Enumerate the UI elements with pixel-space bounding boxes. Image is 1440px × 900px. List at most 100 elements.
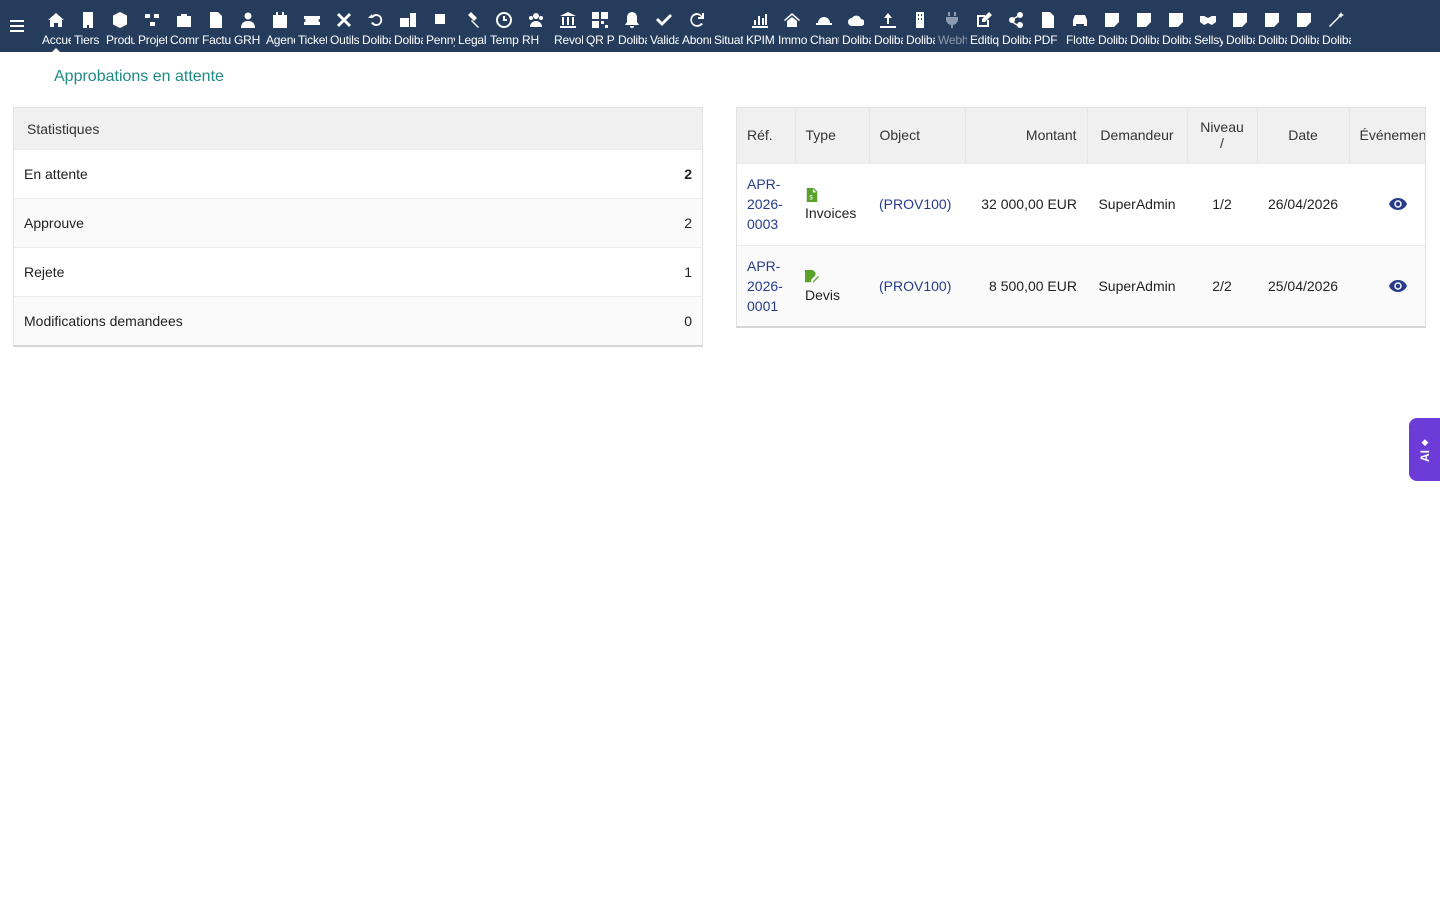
menu-item-label: RH (522, 33, 539, 47)
menu-item[interactable]: GRH (232, 0, 264, 52)
invoice-icon (206, 11, 226, 29)
column-header-object[interactable]: Object (869, 108, 966, 163)
ref-link-part[interactable]: 2026- (747, 276, 785, 296)
menu-item[interactable]: Immobilier (776, 0, 808, 52)
menu-item[interactable]: Tiers (72, 0, 104, 52)
ref-cell[interactable]: APR- 2026- 0001 (737, 244, 795, 326)
ref-link-part[interactable]: 0001 (747, 296, 785, 316)
menu-item[interactable]: Abonnements (680, 0, 712, 52)
menu-item[interactable]: Commercial (168, 0, 200, 52)
quote-icon (805, 269, 819, 284)
hamburger-menu-icon[interactable] (0, 0, 34, 52)
menu-item[interactable]: Validation (648, 0, 680, 52)
menu-item[interactable]: PDF (1032, 0, 1064, 52)
object-cell[interactable]: (PROV100) (869, 244, 965, 326)
briefcase-icon (174, 11, 194, 29)
menu-item-label: Flotte (1066, 33, 1095, 47)
menu-item[interactable]: Flotte (1064, 0, 1096, 52)
menu-item[interactable]: Dolibarr (360, 0, 392, 52)
tower-icon (910, 11, 930, 29)
menu-item[interactable]: KPIMax (744, 0, 776, 52)
menu-item[interactable]: Dolibarr (1320, 0, 1352, 52)
menu-item[interactable]: Temps (488, 0, 520, 52)
tools-icon (334, 11, 354, 29)
refresh-icon (686, 11, 706, 29)
column-header-amount[interactable]: Montant (965, 108, 1088, 163)
eye-icon[interactable] (1359, 280, 1425, 293)
ref-link-part[interactable]: 2026- (747, 194, 785, 214)
menu-item-label: PDF (1034, 33, 1058, 47)
menu-item[interactable]: Dolibarr (1128, 0, 1160, 52)
menu-item[interactable]: Dolibarr (1096, 0, 1128, 52)
menu-item[interactable]: QR Pay (584, 0, 616, 52)
menu-item[interactable]: Dolibarr (1224, 0, 1256, 52)
menu-item-label: Editique (970, 33, 999, 47)
object-link[interactable]: (PROV100) (879, 278, 951, 294)
calendar-icon (270, 11, 290, 29)
requester-cell: SuperAdmin (1087, 162, 1187, 245)
menu-item-label: Dolibarr (1162, 33, 1191, 47)
stat-value: 1 (684, 264, 692, 280)
column-header-events[interactable]: Événements (1349, 108, 1425, 163)
stat-row-rejected: Rejete 1 (14, 247, 702, 296)
sticky-note-icon (1166, 11, 1186, 29)
eye-icon[interactable] (1359, 198, 1425, 210)
menu-item[interactable]: Sellsy (1192, 0, 1224, 52)
menu-item[interactable]: Dolibarr (904, 0, 936, 52)
ref-link-part[interactable]: APR- (747, 256, 785, 276)
menu-item[interactable]: Dolibarr (1000, 0, 1032, 52)
menu-item[interactable]: Outils (328, 0, 360, 52)
approvals-table: Réf. Type Object Montant Demandeur Nivea… (737, 108, 1425, 326)
menu-item[interactable]: Chantier (808, 0, 840, 52)
menu-item[interactable]: Dolibarr (616, 0, 648, 52)
ref-link-part[interactable]: APR- (747, 174, 785, 194)
statistics-panel: Statistiques En attente 2 Approuve 2 Rej… (13, 107, 703, 347)
menu-item[interactable]: Webhooks (936, 0, 968, 52)
menu-item-label: Dolibarr (362, 33, 391, 47)
building-icon (78, 11, 98, 29)
menu-item[interactable]: Dolibarr (392, 0, 424, 52)
menu-item[interactable]: Situations (712, 0, 744, 52)
column-header-requester[interactable]: Demandeur (1087, 108, 1188, 163)
ai-assistant-tab[interactable]: ◆ AI (1409, 418, 1440, 481)
stat-row-approved: Approuve 2 (14, 198, 702, 247)
svg-text:$: $ (809, 194, 813, 201)
ref-cell[interactable]: APR- 2026- 0003 (737, 162, 795, 245)
column-header-type[interactable]: Type (795, 108, 870, 163)
menu-item[interactable]: Agenda (264, 0, 296, 52)
menu-item[interactable]: Tickets (296, 0, 328, 52)
object-link[interactable]: (PROV100) (879, 196, 951, 212)
handshake-icon (1198, 11, 1218, 29)
menu-item-label: Validation (650, 33, 679, 47)
menu-item[interactable]: Accueil (40, 0, 72, 52)
column-header-level[interactable]: Niveau / (1187, 108, 1258, 163)
menu-item[interactable]: Penny (424, 0, 456, 52)
users-icon (526, 11, 546, 29)
menu-item[interactable]: Dolibarr (872, 0, 904, 52)
sparkle-icon: ◆ (1421, 437, 1429, 447)
menu-item-label: Accueil (42, 33, 71, 47)
ref-link-part[interactable]: 0003 (747, 214, 785, 234)
menu-item-label: Dolibarr (874, 33, 903, 47)
undo-icon (366, 11, 386, 29)
menu-item[interactable]: Projets (136, 0, 168, 52)
menu-item-label: Produits (106, 33, 135, 47)
menu-item[interactable]: Revolut (552, 0, 584, 52)
menu-item[interactable]: Produits (104, 0, 136, 52)
menu-item[interactable]: Dolibarr (840, 0, 872, 52)
menu-item[interactable]: Legal (456, 0, 488, 52)
column-header-date[interactable]: Date (1257, 108, 1350, 163)
table-row: APR- 2026- 0001 Devis (PROV100) 8 500,00… (737, 244, 1425, 326)
type-label: Devis (805, 286, 841, 303)
menu-item-label: QR Pay (586, 33, 615, 47)
column-header-ref[interactable]: Réf. (737, 108, 796, 163)
menu-item[interactable]: Editique (968, 0, 1000, 52)
menu-item[interactable]: Facturation (200, 0, 232, 52)
menu-item[interactable]: Dolibarr (1288, 0, 1320, 52)
object-cell[interactable]: (PROV100) (869, 162, 965, 245)
amount-cell: 8 500,00 EUR (965, 244, 1087, 326)
menu-item[interactable]: Dolibarr (1256, 0, 1288, 52)
menu-item[interactable]: RH (520, 0, 552, 52)
level-cell: 1/2 (1187, 162, 1257, 245)
menu-item[interactable]: Dolibarr (1160, 0, 1192, 52)
